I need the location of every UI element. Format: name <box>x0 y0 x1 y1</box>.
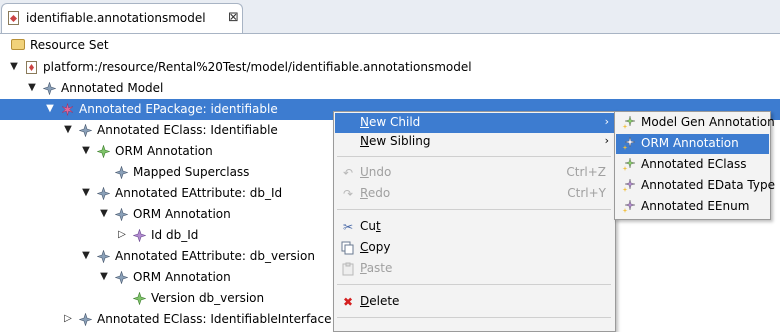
menu-item-delete[interactable]: ✖ Delete <box>335 292 614 312</box>
menu-item-paste[interactable]: Paste <box>335 259 614 279</box>
menu-item-label: Delete <box>360 294 400 308</box>
expand-twisty-icon[interactable]: ▼ <box>80 144 92 158</box>
menu-item-new-sibling[interactable]: New Sibling › <box>335 132 614 152</box>
expand-twisty-icon[interactable]: ▼ <box>80 249 92 263</box>
copy-icon <box>341 241 355 255</box>
expand-twisty-icon[interactable]: ▼ <box>8 60 20 74</box>
close-icon[interactable]: ⊠ <box>228 10 239 25</box>
scissors-icon: ✂ <box>342 220 354 234</box>
menu-item-label: Cut <box>360 219 381 233</box>
menu-item-label: Paste <box>360 261 393 275</box>
submenu-item-annotated-eenum[interactable]: Annotated EEnum <box>616 197 769 217</box>
expand-twisty-icon[interactable]: ▼ <box>26 81 38 95</box>
diamond-icon <box>97 250 110 263</box>
star-icon <box>61 103 74 116</box>
menu-separator <box>337 317 611 318</box>
diamond-icon <box>115 208 128 221</box>
model-file-icon <box>8 11 19 25</box>
submenu-item-annotated-eclass[interactable]: Annotated EClass <box>616 155 769 175</box>
menu-item-label: Undo <box>360 165 392 179</box>
tree-node-label: Id db_Id <box>151 228 199 242</box>
new-annotation-icon <box>622 199 636 213</box>
diamond-icon <box>43 82 56 95</box>
tree-node-label: Mapped Superclass <box>133 165 250 179</box>
tree-node-label: ORM Annotation <box>133 207 231 221</box>
menu-item-cut[interactable]: ✂ Cut <box>335 217 614 237</box>
diamond-green-icon <box>97 145 110 158</box>
menu-separator <box>337 156 611 157</box>
diamond-icon <box>97 187 110 200</box>
redo-icon: ↷ <box>342 187 354 201</box>
diamond-icon <box>79 313 92 326</box>
tree-node-label: Annotated EClass: Identifiable <box>97 123 278 137</box>
expand-twisty-icon[interactable]: ▼ <box>44 102 56 116</box>
tree-node-label: Annotated EClass: IdentifiableInterface <box>97 312 332 326</box>
tree-node-label: Annotated EAttribute: db_version <box>115 249 315 263</box>
new-annotation-icon <box>622 157 636 171</box>
clipboard-icon <box>341 262 355 276</box>
new-child-submenu: Model Gen Annotation ORM Annotation Annota… <box>614 111 775 220</box>
model-file-icon <box>25 61 38 74</box>
editor-tab-bar: identifiable.annotationsmodel ⊠ <box>0 0 780 34</box>
tree-node-label: Annotated Model <box>61 81 164 95</box>
delete-icon: ✖ <box>342 295 354 309</box>
submenu-item-label: Annotated EEnum <box>641 199 750 213</box>
menu-item-redo[interactable]: ↷ Redo Ctrl+Y <box>335 184 614 204</box>
expand-twisty-icon[interactable]: ▼ <box>80 186 92 200</box>
new-annotation-icon <box>622 115 636 129</box>
menu-item-label: New Child <box>360 115 421 129</box>
undo-icon: ↶ <box>342 166 354 180</box>
diamond-icon <box>79 124 92 137</box>
tree-node-label: Annotated EPackage: identifiable <box>79 102 278 116</box>
submenu-item-annotated-edata-type[interactable]: Annotated EData Type <box>616 176 775 196</box>
editor-tab-title: identifiable.annotationsmodel <box>26 11 206 25</box>
submenu-item-orm-annotation[interactable]: ORM Annotation <box>616 134 769 154</box>
new-annotation-icon <box>622 136 636 150</box>
tree-node-label: Annotated EAttribute: db_Id <box>115 186 283 200</box>
resource-set-header: Resource Set <box>0 34 780 58</box>
undo-shortcut: Ctrl+Z <box>566 165 606 179</box>
submenu-item-label: Annotated EData Type <box>641 178 775 192</box>
editor-tab[interactable]: identifiable.annotationsmodel ⊠ <box>1 3 243 33</box>
submenu-item-label: Annotated EClass <box>641 157 747 171</box>
resource-set-label: Resource Set <box>30 38 109 52</box>
context-menu: New Child › New Sibling › ↶ Undo Ctrl+Z … <box>333 111 616 332</box>
menu-separator <box>337 209 611 210</box>
diamond-icon <box>115 166 128 179</box>
diamond-purple-icon <box>133 229 146 242</box>
submenu-arrow-icon: › <box>604 115 609 128</box>
collapse-twisty-icon[interactable]: ▷ <box>116 228 128 242</box>
diamond-green-icon <box>133 292 146 305</box>
folder-icon <box>11 39 25 50</box>
menu-item-new-child[interactable]: New Child › <box>335 113 614 133</box>
tree-node-label: ORM Annotation <box>115 144 213 158</box>
expand-twisty-icon[interactable]: ▼ <box>98 270 110 284</box>
menu-item-undo[interactable]: ↶ Undo Ctrl+Z <box>335 163 614 183</box>
expand-twisty-icon[interactable]: ▼ <box>62 123 74 137</box>
tree-row[interactable]: ▼ platform:/resource/Rental%20Test/model/… <box>0 57 780 78</box>
menu-item-copy[interactable]: Copy <box>335 238 614 258</box>
menu-item-label: Copy <box>360 240 391 254</box>
tree-row[interactable]: ▼ Annotated Model <box>0 78 780 99</box>
new-annotation-icon <box>622 178 636 192</box>
redo-shortcut: Ctrl+Y <box>567 186 606 200</box>
submenu-item-label: Model Gen Annotation <box>641 115 775 129</box>
tree-node-label: Version db_version <box>151 291 265 305</box>
submenu-item-label: ORM Annotation <box>641 136 739 150</box>
menu-item-label: Redo <box>360 186 391 200</box>
submenu-item-model-gen-annotation[interactable]: Model Gen Annotation <box>616 113 775 133</box>
tree-node-label: ORM Annotation <box>133 270 231 284</box>
menu-separator <box>337 284 611 285</box>
submenu-arrow-icon: › <box>604 134 609 147</box>
tree-node-label: platform:/resource/Rental%20Test/model/i… <box>43 60 472 74</box>
menu-item-label: New Sibling <box>360 134 431 148</box>
diamond-icon <box>115 271 128 284</box>
collapse-twisty-icon[interactable]: ▷ <box>62 312 74 326</box>
expand-twisty-icon[interactable]: ▼ <box>98 207 110 221</box>
